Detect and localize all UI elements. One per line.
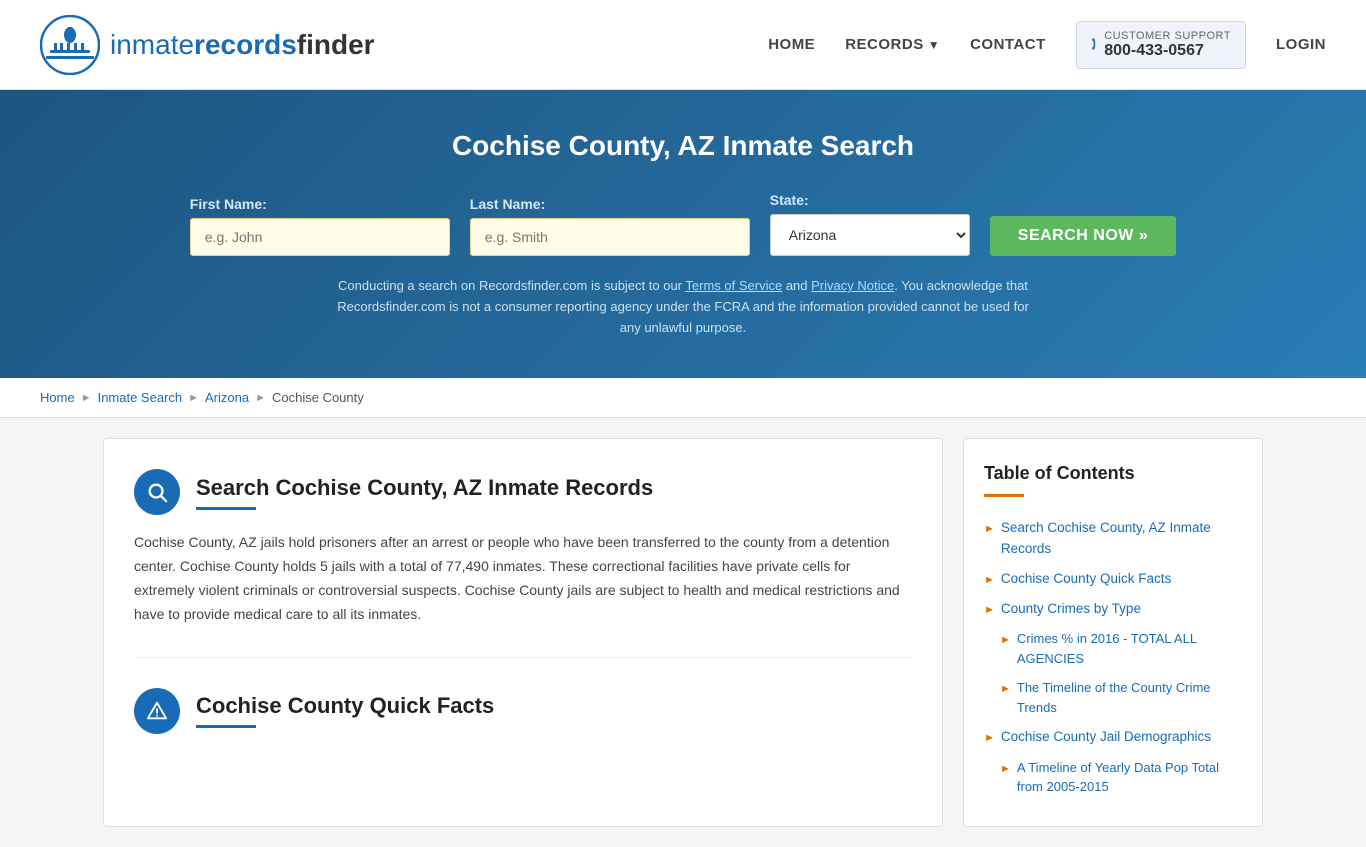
- breadcrumb-sep-2: ►: [188, 392, 199, 404]
- support-box: 🕽 CUSTOMER SUPPORT 800-433-0567: [1076, 21, 1246, 69]
- breadcrumb-home[interactable]: Home: [40, 390, 75, 405]
- logo-text: inmaterecordsfinder: [110, 29, 375, 61]
- hero-disclaimer: Conducting a search on Recordsfinder.com…: [333, 276, 1033, 338]
- last-name-label: Last Name:: [470, 196, 545, 212]
- breadcrumb-arizona[interactable]: Arizona: [205, 390, 249, 405]
- toc-item-5: ►Cochise County Jail Demographics: [984, 722, 1242, 752]
- toc-item-0: ►Search Cochise County, AZ Inmate Record…: [984, 513, 1242, 564]
- sidebar: Table of Contents ►Search Cochise County…: [963, 438, 1263, 826]
- toc-link-3[interactable]: ►Crimes % in 2016 - TOTAL ALL AGENCIES: [1000, 629, 1242, 668]
- logo[interactable]: inmaterecordsfinder: [40, 15, 375, 75]
- first-name-label: First Name:: [190, 196, 267, 212]
- toc-link-5[interactable]: ►Cochise County Jail Demographics: [984, 727, 1242, 747]
- toc-link-6[interactable]: ►A Timeline of Yearly Data Pop Total fro…: [1000, 758, 1242, 797]
- nav-home[interactable]: HOME: [768, 36, 815, 53]
- toc-link-4[interactable]: ►The Timeline of the County Crime Trends: [1000, 678, 1242, 717]
- section2-header: Cochise County Quick Facts: [134, 688, 912, 734]
- first-name-input[interactable]: [190, 218, 450, 256]
- toc-item-4: ►The Timeline of the County Crime Trends: [1000, 673, 1242, 722]
- header: inmaterecordsfinder HOME RECORDS ▼ CONTA…: [0, 0, 1366, 90]
- breadcrumb-sep-3: ►: [255, 392, 266, 404]
- toc-underline: [984, 494, 1024, 497]
- toc-link-1[interactable]: ►Cochise County Quick Facts: [984, 569, 1242, 589]
- nav-login[interactable]: LOGIN: [1276, 36, 1326, 53]
- last-name-group: Last Name:: [470, 196, 750, 256]
- toc-item-1: ►Cochise County Quick Facts: [984, 564, 1242, 594]
- search-button[interactable]: SEARCH NOW »: [990, 216, 1176, 256]
- support-label: CUSTOMER SUPPORT: [1104, 30, 1231, 42]
- search-form: First Name: Last Name: State: Arizona Al…: [20, 192, 1346, 256]
- toc-title: Table of Contents: [984, 463, 1242, 484]
- hero-section: Cochise County, AZ Inmate Search First N…: [0, 90, 1366, 378]
- breadcrumb-inmate-search[interactable]: Inmate Search: [98, 390, 183, 405]
- last-name-input[interactable]: [470, 218, 750, 256]
- search-icon: [134, 469, 180, 515]
- nav-records[interactable]: RECORDS ▼: [845, 36, 940, 53]
- section1-body: Cochise County, AZ jails hold prisoners …: [134, 531, 912, 626]
- breadcrumb: Home ► Inmate Search ► Arizona ► Cochise…: [0, 378, 1366, 418]
- toc-sub-list: ►Crimes % in 2016 - TOTAL ALL AGENCIES ►…: [984, 624, 1242, 722]
- section-divider: [134, 657, 912, 658]
- breadcrumb-sep-1: ►: [81, 392, 92, 404]
- section1-header: Search Cochise County, AZ Inmate Records: [134, 469, 912, 515]
- breadcrumb-current: Cochise County: [272, 390, 364, 405]
- warning-icon: [134, 688, 180, 734]
- section2-underline: [196, 725, 256, 728]
- support-phone: 800-433-0567: [1104, 42, 1231, 60]
- toc-item-3: ►Crimes % in 2016 - TOTAL ALL AGENCIES: [1000, 624, 1242, 673]
- state-select[interactable]: Arizona Alabama Alaska California Colora…: [770, 214, 970, 256]
- state-group: State: Arizona Alabama Alaska California…: [770, 192, 970, 256]
- state-label: State:: [770, 192, 809, 208]
- first-name-group: First Name:: [190, 196, 450, 256]
- content-left: Search Cochise County, AZ Inmate Records…: [103, 438, 943, 826]
- toc-item-2: ►County Crimes by Type: [984, 594, 1242, 624]
- main-nav: HOME RECORDS ▼ CONTACT 🕽 CUSTOMER SUPPOR…: [768, 21, 1326, 69]
- section2-title: Cochise County Quick Facts: [196, 693, 494, 719]
- toc-link-2[interactable]: ►County Crimes by Type: [984, 599, 1242, 619]
- toc-sub-list-2: ►A Timeline of Yearly Data Pop Total fro…: [984, 753, 1242, 802]
- hero-title: Cochise County, AZ Inmate Search: [20, 130, 1346, 162]
- headphone-icon: 🕽: [1091, 34, 1096, 55]
- section1-title: Search Cochise County, AZ Inmate Records: [196, 475, 653, 501]
- main-content: Search Cochise County, AZ Inmate Records…: [83, 438, 1283, 826]
- toc-link-0[interactable]: ►Search Cochise County, AZ Inmate Record…: [984, 518, 1242, 559]
- section1-underline: [196, 507, 256, 510]
- privacy-link[interactable]: Privacy Notice: [811, 278, 894, 293]
- nav-contact[interactable]: CONTACT: [970, 36, 1046, 53]
- toc-box: Table of Contents ►Search Cochise County…: [963, 438, 1263, 826]
- toc-item-6: ►A Timeline of Yearly Data Pop Total fro…: [1000, 753, 1242, 802]
- logo-icon: [40, 15, 100, 75]
- tos-link[interactable]: Terms of Service: [685, 278, 782, 293]
- toc-list: ►Search Cochise County, AZ Inmate Record…: [984, 513, 1242, 801]
